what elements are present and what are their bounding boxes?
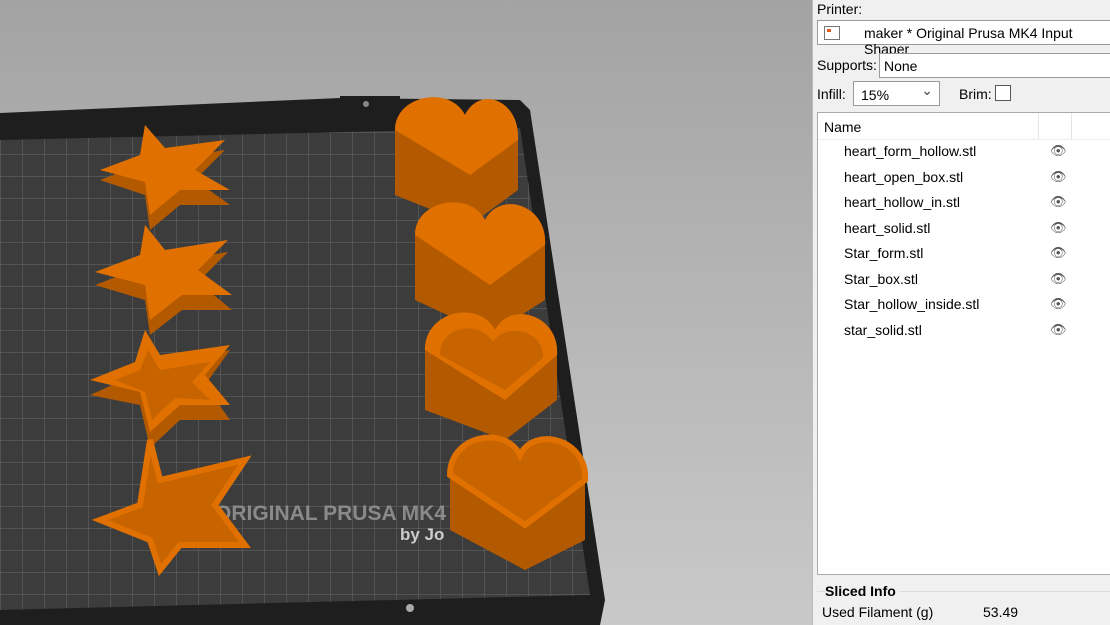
eye-icon[interactable]: 👁 — [1050, 271, 1067, 287]
infill-value: 15% — [861, 87, 890, 103]
object-name: heart_open_box.stl — [844, 169, 964, 185]
eye-icon[interactable]: 👁 — [1050, 169, 1067, 185]
object-list: Name heart_form_hollow.stl 👁 heart_open_b… — [817, 112, 1110, 575]
eye-icon[interactable]: 👁 — [1050, 220, 1067, 236]
column-header-name[interactable]: Name — [824, 119, 861, 135]
supports-value: None — [884, 58, 918, 74]
supports-label: Supports: — [817, 57, 877, 73]
infill-select[interactable]: 15% ⌄ — [853, 81, 940, 106]
chevron-down-icon: ⌄ — [921, 82, 933, 98]
object-name: Star_form.stl — [844, 245, 924, 261]
eye-icon[interactable]: 👁 — [1050, 322, 1067, 338]
bed-label: ORIGINAL PRUSA MK4 — [215, 502, 446, 525]
object-name: Star_hollow_inside.stl — [844, 296, 980, 312]
eye-icon[interactable]: 👁 — [1050, 194, 1067, 210]
bed-sublabel: by Jo — [400, 525, 444, 544]
printer-icon — [824, 26, 840, 40]
object-name: heart_hollow_in.stl — [844, 194, 960, 210]
3d-viewport[interactable]: ORIGINAL PRUSA MK4 by Jo — [0, 0, 812, 625]
used-filament-value: 53.49 — [983, 604, 1019, 620]
object-name: star_solid.stl — [844, 322, 922, 338]
brim-label: Brim: — [959, 86, 992, 102]
used-filament-label: Used Filament (g) — [822, 604, 934, 620]
eye-icon[interactable]: 👁 — [1050, 143, 1067, 159]
sliced-info-title: Sliced Info — [825, 583, 899, 599]
object-name: heart_form_hollow.stl — [844, 143, 977, 159]
object-name: Star_box.stl — [844, 271, 918, 287]
print-bed-scene: ORIGINAL PRUSA MK4 by Jo — [0, 96, 605, 625]
eye-icon[interactable]: 👁 — [1050, 245, 1067, 261]
brim-checkbox[interactable] — [995, 85, 1011, 101]
infill-label: Infill: — [817, 86, 846, 102]
list-header: Name — [818, 113, 1110, 140]
printer-label: Printer: — [817, 1, 863, 17]
printer-select[interactable]: maker * Original Prusa MK4 Input Shaper — [817, 20, 1110, 57]
supports-select[interactable]: None — [879, 53, 1110, 78]
object-name: heart_solid.stl — [844, 220, 931, 236]
settings-panel: Printer: maker * Original Prusa MK4 Inpu… — [812, 0, 1110, 625]
eye-icon[interactable]: 👁 — [1050, 296, 1067, 312]
